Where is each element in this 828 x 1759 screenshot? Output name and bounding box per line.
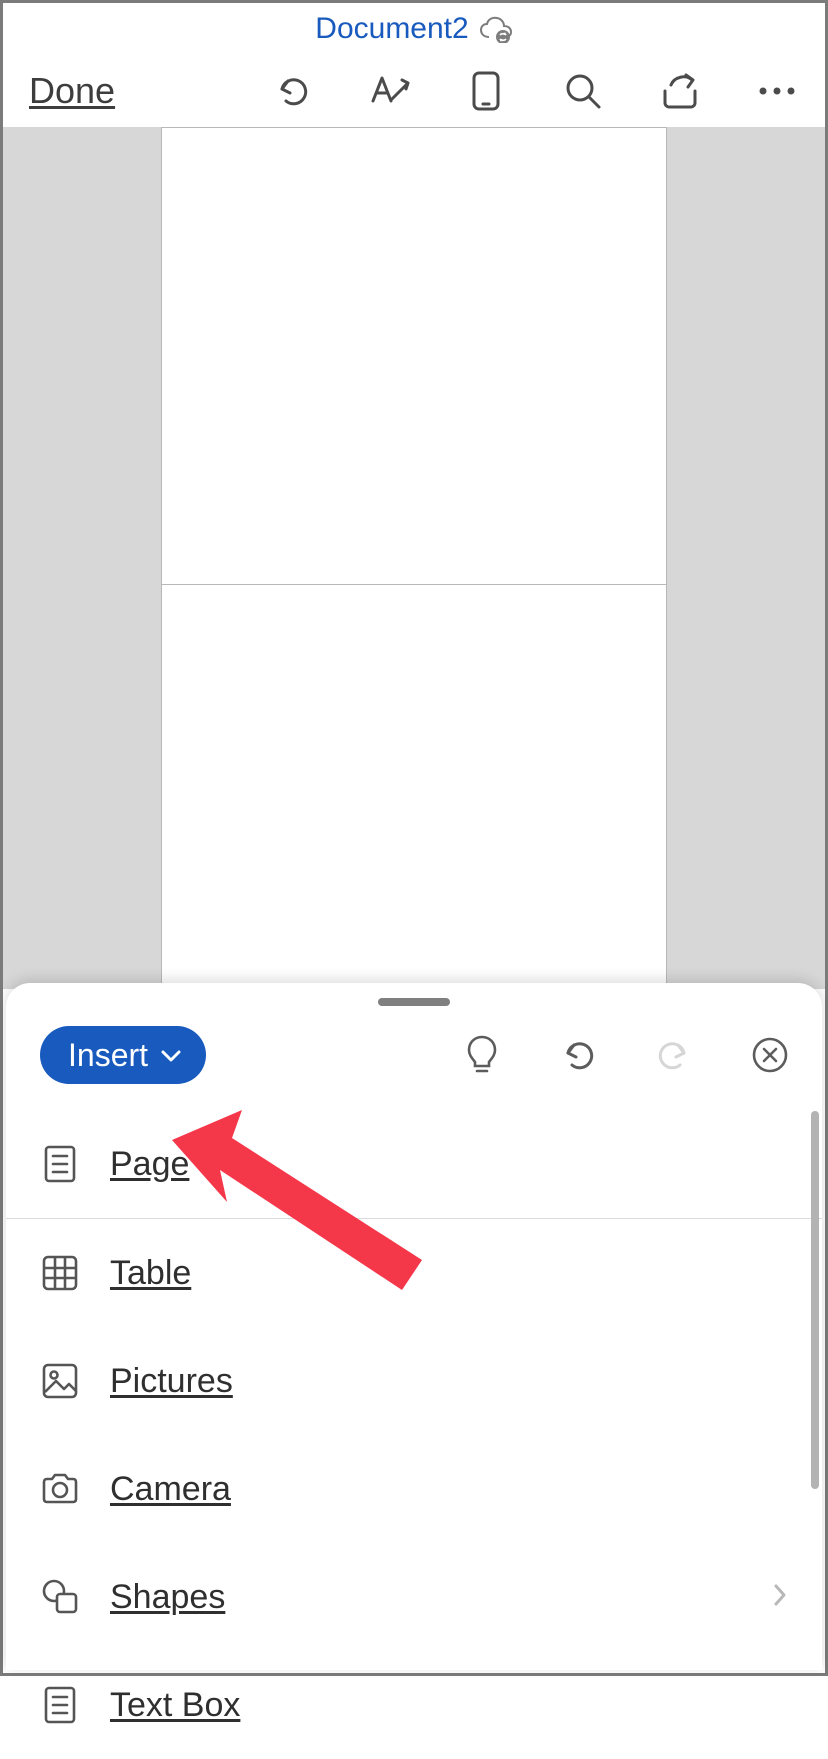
scroll-indicator[interactable] xyxy=(811,1111,819,1489)
menu-item-camera[interactable]: Camera xyxy=(6,1435,822,1543)
done-button[interactable]: Done xyxy=(29,70,115,112)
page-icon xyxy=(40,1144,80,1184)
menu-item-label: Table xyxy=(110,1254,191,1293)
menu-item-page[interactable]: Page xyxy=(6,1110,822,1218)
undo-icon[interactable] xyxy=(556,1033,600,1077)
sheet-grabber[interactable] xyxy=(378,998,450,1006)
menu-item-pictures[interactable]: Pictures xyxy=(6,1327,822,1435)
menu-item-label: Pictures xyxy=(110,1362,233,1401)
text-box-icon xyxy=(40,1685,80,1725)
document-page[interactable] xyxy=(161,127,667,585)
menu-item-shapes[interactable]: Shapes xyxy=(6,1543,822,1651)
toolbar: Done xyxy=(3,55,825,127)
menu-item-table[interactable]: Table xyxy=(6,1219,822,1327)
insert-panel: Insert xyxy=(6,983,822,1670)
menu-item-label: Shapes xyxy=(110,1578,225,1617)
font-style-icon[interactable] xyxy=(367,69,411,113)
chevron-right-icon xyxy=(772,1582,788,1613)
close-icon[interactable] xyxy=(748,1033,792,1077)
document-page[interactable] xyxy=(161,584,667,989)
redo-icon xyxy=(652,1033,696,1077)
menu-item-label: Page xyxy=(110,1145,189,1184)
chevron-down-icon xyxy=(160,1049,182,1063)
toolbar-icons xyxy=(270,69,799,113)
more-icon[interactable] xyxy=(755,69,799,113)
menu-item-text-box[interactable]: Text Box xyxy=(6,1651,822,1759)
undo-icon[interactable] xyxy=(270,69,314,113)
mobile-view-icon[interactable] xyxy=(464,69,508,113)
sheet-header: Insert xyxy=(6,1006,822,1110)
insert-menu: Page Table Pictures xyxy=(6,1110,822,1759)
insert-tab-label: Insert xyxy=(68,1037,148,1074)
menu-item-label: Text Box xyxy=(110,1686,240,1725)
shapes-icon xyxy=(40,1578,80,1616)
title-bar: Document2 xyxy=(3,3,825,55)
lightbulb-icon[interactable] xyxy=(460,1033,504,1077)
camera-icon xyxy=(40,1472,80,1506)
pictures-icon xyxy=(40,1362,80,1400)
menu-item-label: Camera xyxy=(110,1470,231,1509)
insert-tab-button[interactable]: Insert xyxy=(40,1026,206,1084)
table-icon xyxy=(40,1254,80,1292)
document-title[interactable]: Document2 xyxy=(315,12,468,46)
cloud-sync-icon[interactable] xyxy=(479,15,513,48)
sheet-actions xyxy=(460,1033,792,1077)
search-icon[interactable] xyxy=(561,69,605,113)
document-canvas[interactable] xyxy=(3,127,825,989)
share-icon[interactable] xyxy=(658,69,702,113)
